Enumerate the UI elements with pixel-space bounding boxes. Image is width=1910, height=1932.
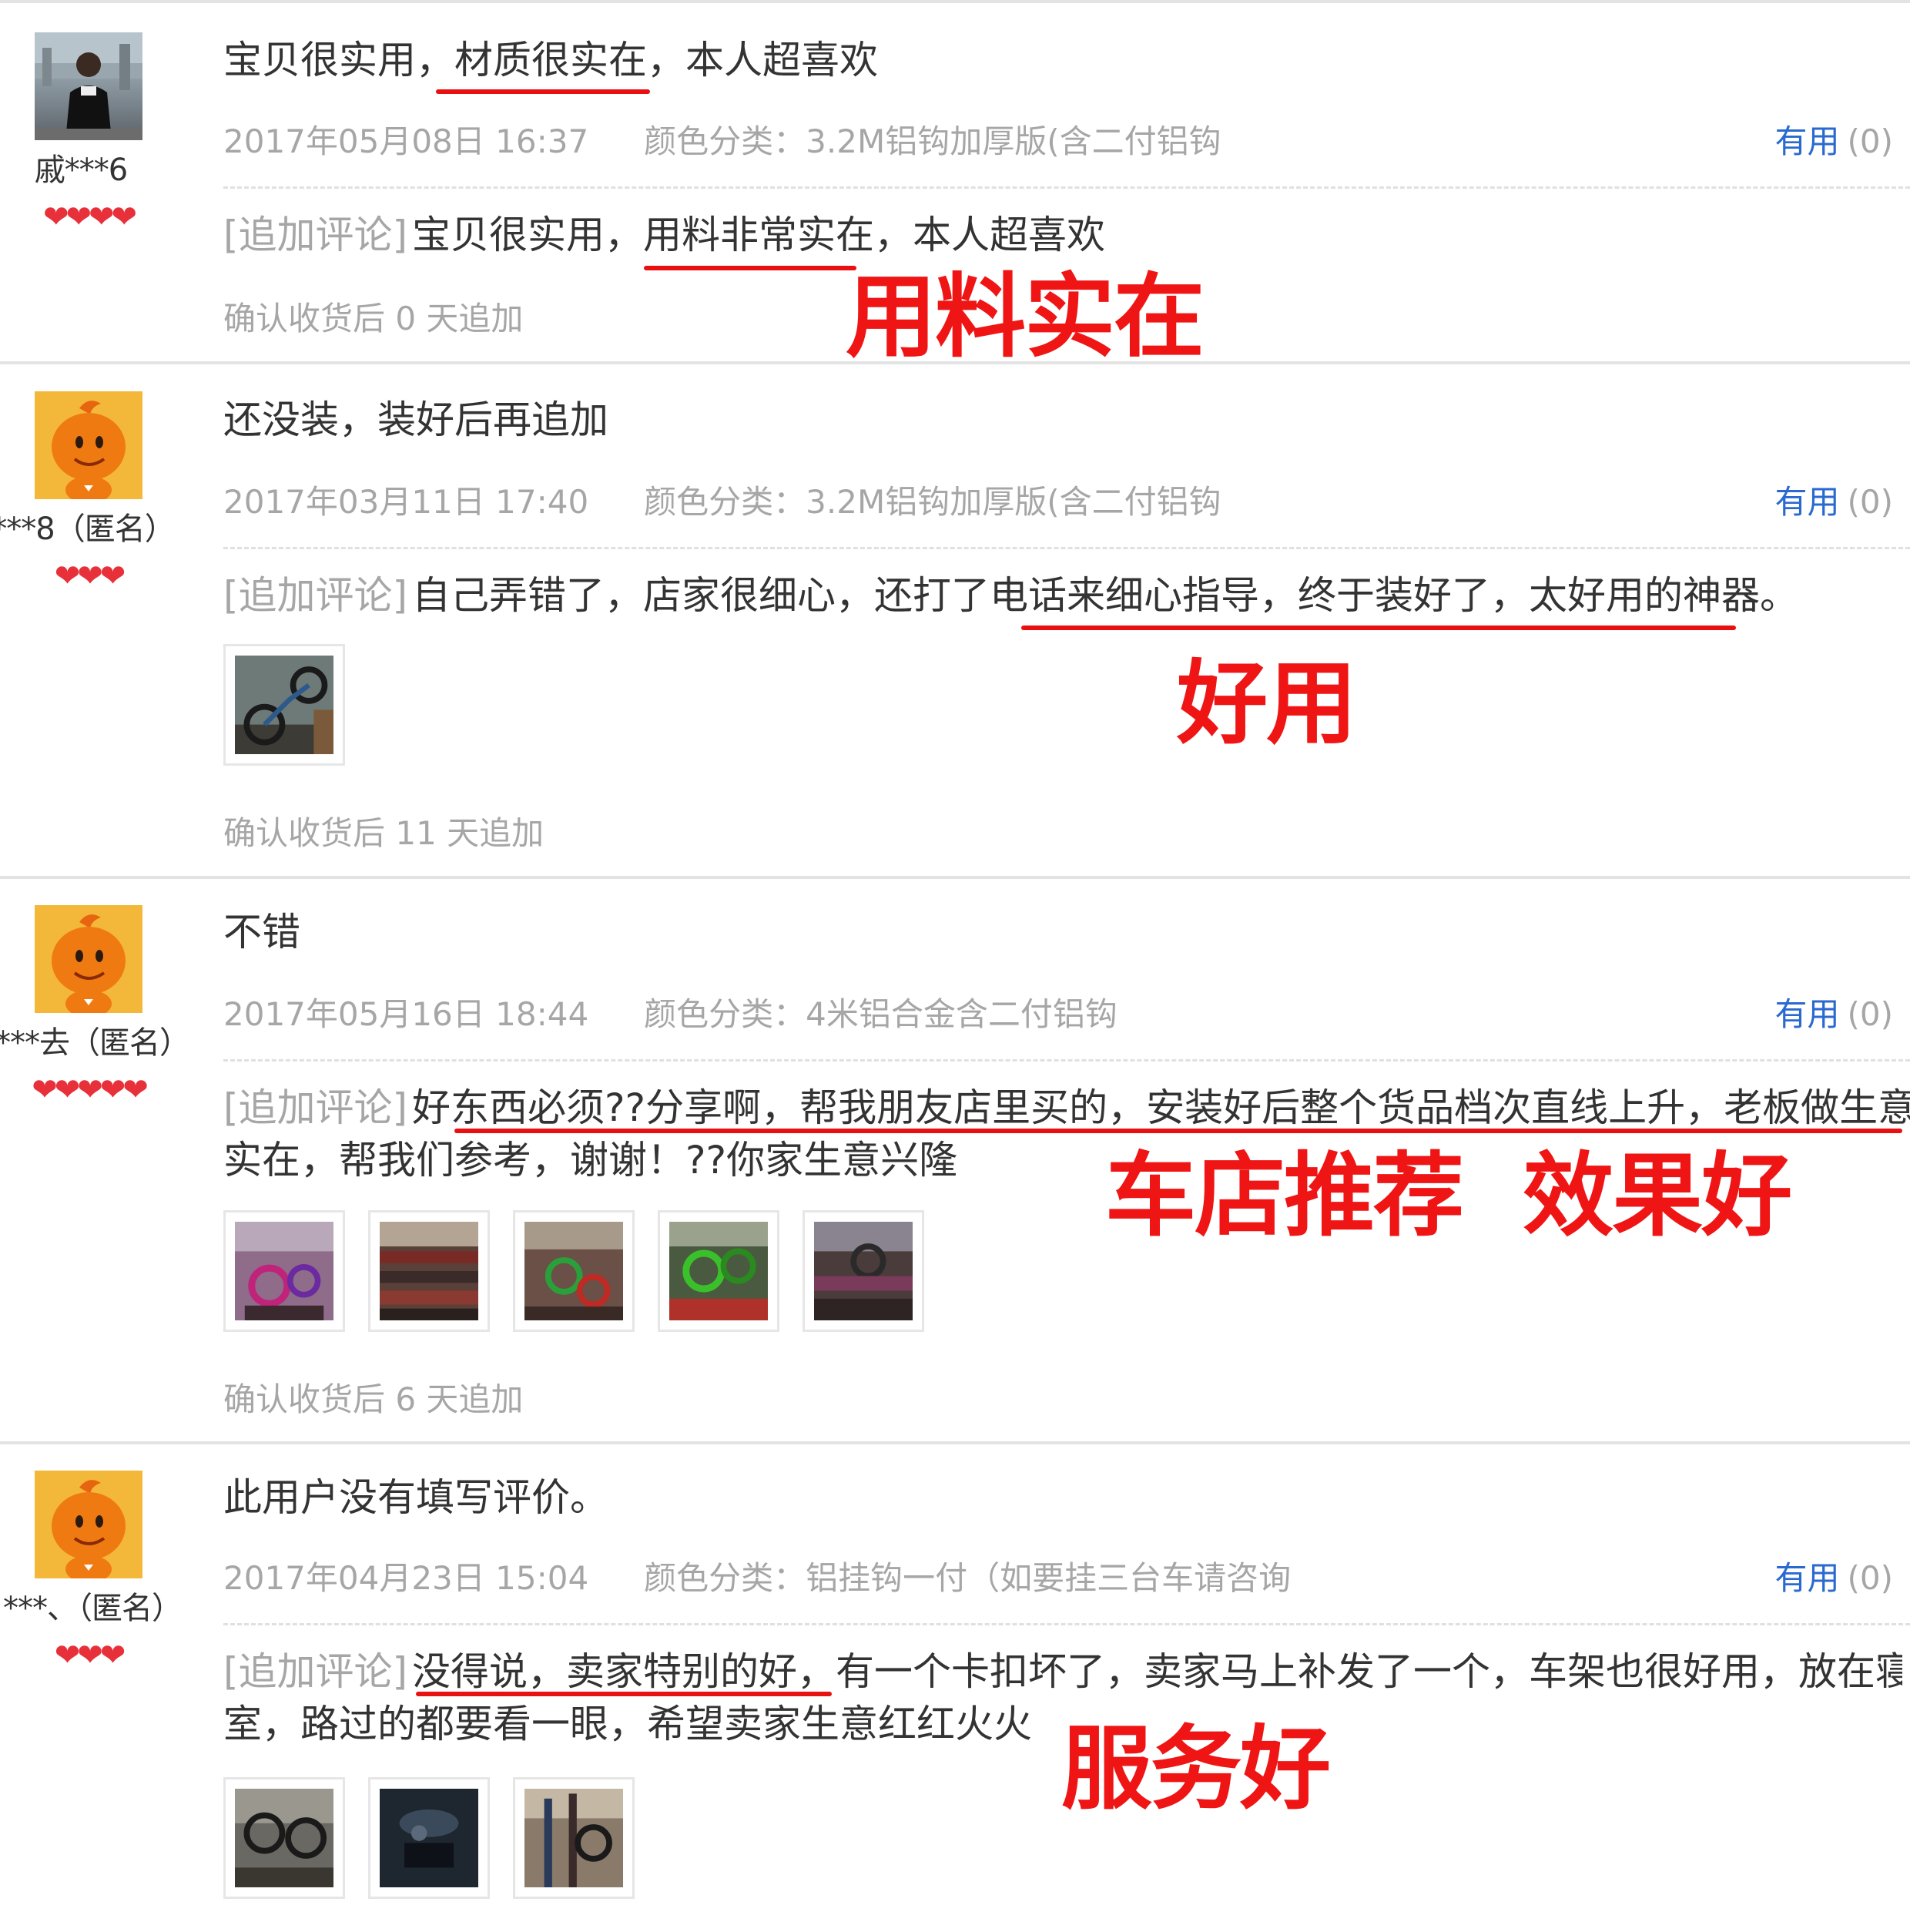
avatar[interactable] bbox=[35, 905, 142, 1013]
review-divider bbox=[0, 361, 1910, 364]
rating-hearts: ❤❤❤ bbox=[54, 558, 126, 594]
rating-hearts: ❤❤❤❤❤ bbox=[32, 1072, 149, 1108]
review-date: 2017年05月08日 16:37 bbox=[223, 122, 589, 160]
annotation-label: 好用 bbox=[1177, 650, 1357, 756]
bicycle-photo-icon bbox=[235, 1222, 333, 1320]
append-text: 宝贝很实用，用料非常实在，本人超喜欢 bbox=[412, 213, 1106, 257]
append-text: 好东西必须??分享啊，帮我朋友店里买的，安装好后整个货品档次直线上升，老板做生意… bbox=[412, 1085, 1910, 1130]
dashed-divider bbox=[223, 186, 1910, 189]
append-tag: [追加评论] bbox=[223, 1649, 408, 1694]
orange-mascot-avatar-icon bbox=[35, 1471, 142, 1578]
review-item: 戚***6 ❤❤❤❤ 宝贝很实用，材质很实在，本人超喜欢 2017年05月08日… bbox=[0, 0, 1910, 362]
review-date: 2017年05月16日 18:44 bbox=[223, 995, 589, 1033]
photo-thumbnail[interactable] bbox=[803, 1210, 924, 1332]
username: ***、（匿名） bbox=[3, 1591, 183, 1626]
append-days: 确认收货后 6 天追加 bbox=[223, 1380, 524, 1418]
useful-button[interactable]: 有用 (0) bbox=[1774, 1552, 1893, 1599]
useful-label[interactable]: 有用 bbox=[1774, 1559, 1839, 1597]
photo-thumbnail[interactable] bbox=[223, 1777, 345, 1899]
bicycle-photo-icon bbox=[380, 1222, 478, 1320]
append-text: 没得说，卖家特别的好，有一个卡扣坏了，卖家马上补发了一个，车架也很好用，放在寝 bbox=[412, 1649, 1902, 1694]
bicycle-photo-icon bbox=[235, 1789, 333, 1887]
review-item: ***8（匿名） ❤❤❤ 还没装，装好后再追加 2017年03月11日 17:4… bbox=[0, 365, 1910, 876]
review-text: 宝贝很实用，材质很实在，本人超喜欢 bbox=[223, 38, 878, 82]
review-item: ***、（匿名） ❤❤❤ 此用户没有填写评价。 2017年04月23日 15:0… bbox=[0, 1444, 1910, 1932]
review-text: 不错 bbox=[223, 910, 300, 954]
highlight-underline bbox=[1021, 626, 1736, 630]
review-date: 2017年04月23日 15:04 bbox=[223, 1559, 589, 1597]
append-review: [追加评论] 自己弄错了，店家很细心，还打了电话来细心指导，终于装好了，太好用的神… bbox=[223, 570, 1798, 621]
bicycle-photo-icon bbox=[380, 1789, 478, 1887]
useful-label[interactable]: 有用 bbox=[1774, 122, 1839, 160]
review-text: 还没装，装好后再追加 bbox=[223, 397, 608, 442]
useful-count: (0) bbox=[1847, 483, 1894, 521]
useful-label[interactable]: 有用 bbox=[1774, 483, 1839, 521]
bicycle-photo-icon bbox=[235, 656, 333, 754]
photo-thumbnail[interactable] bbox=[513, 1777, 635, 1899]
useful-button[interactable]: 有用 (0) bbox=[1774, 116, 1893, 163]
photo-list bbox=[223, 644, 345, 766]
useful-count: (0) bbox=[1847, 122, 1894, 160]
useful-button[interactable]: 有用 (0) bbox=[1774, 476, 1893, 523]
useful-count: (0) bbox=[1847, 995, 1894, 1033]
orange-mascot-avatar-icon bbox=[35, 905, 142, 1013]
man-photo-avatar-icon bbox=[35, 32, 142, 140]
photo-thumbnail[interactable] bbox=[658, 1210, 779, 1332]
highlight-underline bbox=[416, 1692, 832, 1696]
dashed-divider bbox=[223, 1059, 1910, 1062]
annotation-label: 服务好 bbox=[1061, 1716, 1331, 1822]
bicycle-photo-icon bbox=[524, 1789, 623, 1887]
review-meta: 2017年05月08日 16:37 颜色分类：3.2M铝钩加厚版(含二付铝钩 bbox=[223, 116, 1221, 163]
append-review: [追加评论] 宝贝很实用，用料非常实在，本人超喜欢 bbox=[223, 210, 1105, 260]
useful-button[interactable]: 有用 (0) bbox=[1774, 988, 1893, 1035]
review-item: ***去（匿名） ❤❤❤❤❤ 不错 2017年05月16日 18:44 颜色分类：… bbox=[0, 879, 1910, 1441]
append-line: [追加评论] 好东西必须??分享啊，帮我朋友店里买的，安装好后整个货品档次直线上升… bbox=[223, 1082, 1910, 1133]
review-meta: 2017年03月11日 17:40 颜色分类：3.2M铝钩加厚版(含二付铝钩 bbox=[223, 476, 1221, 523]
append-tag: [追加评论] bbox=[223, 573, 408, 618]
highlight-underline bbox=[454, 1129, 1902, 1133]
append-line: [追加评论] 没得说，卖家特别的好，有一个卡扣坏了，卖家马上补发了一个，车架也很好… bbox=[223, 1646, 1902, 1697]
sku-info: 颜色分类：铝挂钩一付（如要挂三台车请咨询 bbox=[644, 1559, 1292, 1597]
photo-thumbnail[interactable] bbox=[368, 1210, 490, 1332]
photo-thumbnail[interactable] bbox=[223, 644, 345, 766]
review-date: 2017年03月11日 17:40 bbox=[223, 483, 589, 521]
annotation-label: 车店推荐 效果好 bbox=[1105, 1142, 1792, 1249]
avatar[interactable] bbox=[35, 1471, 142, 1578]
highlight-underline bbox=[436, 89, 650, 94]
append-days: 确认收货后 0 天追加 bbox=[223, 300, 524, 337]
photo-list bbox=[223, 1777, 635, 1899]
username: ***8（匿名） bbox=[0, 512, 176, 547]
useful-label[interactable]: 有用 bbox=[1774, 995, 1839, 1033]
annotation-label: 用料实在 bbox=[846, 263, 1205, 370]
highlight-underline bbox=[644, 266, 856, 270]
avatar[interactable] bbox=[35, 391, 142, 499]
sku-info: 颜色分类：4米铝合金含二付铝钩 bbox=[644, 995, 1118, 1033]
append-days: 确认收货后 11 天追加 bbox=[223, 814, 545, 852]
append-tag: [追加评论] bbox=[223, 213, 408, 257]
review-text: 此用户没有填写评价。 bbox=[223, 1475, 608, 1520]
sku-info: 颜色分类：3.2M铝钩加厚版(含二付铝钩 bbox=[644, 122, 1221, 160]
username: 戚***6 bbox=[34, 153, 128, 188]
bicycle-photo-icon bbox=[669, 1222, 768, 1320]
username: ***去（匿名） bbox=[0, 1025, 190, 1061]
photo-thumbnail[interactable] bbox=[368, 1777, 490, 1899]
rating-hearts: ❤❤❤❤ bbox=[42, 200, 137, 235]
sku-info: 颜色分类：3.2M铝钩加厚版(含二付铝钩 bbox=[644, 483, 1221, 521]
photo-thumbnail[interactable] bbox=[513, 1210, 635, 1332]
useful-count: (0) bbox=[1847, 1559, 1894, 1597]
bicycle-photo-icon bbox=[814, 1222, 913, 1320]
append-text: 自己弄错了，店家很细心，还打了电话来细心指导，终于装好了，太好用的神器。 bbox=[412, 573, 1799, 618]
avatar[interactable] bbox=[35, 32, 142, 140]
orange-mascot-avatar-icon bbox=[35, 391, 142, 499]
bicycle-photo-icon bbox=[524, 1222, 623, 1320]
photo-thumbnail[interactable] bbox=[223, 1210, 345, 1332]
review-meta: 2017年05月16日 18:44 颜色分类：4米铝合金含二付铝钩 bbox=[223, 988, 1118, 1035]
rating-hearts: ❤❤❤ bbox=[54, 1638, 126, 1673]
review-meta: 2017年04月23日 15:04 颜色分类：铝挂钩一付（如要挂三台车请咨询 bbox=[223, 1552, 1291, 1599]
dashed-divider bbox=[223, 547, 1910, 549]
dashed-divider bbox=[223, 1623, 1910, 1625]
photo-list bbox=[223, 1210, 924, 1332]
append-tag: [追加评论] bbox=[223, 1085, 408, 1130]
